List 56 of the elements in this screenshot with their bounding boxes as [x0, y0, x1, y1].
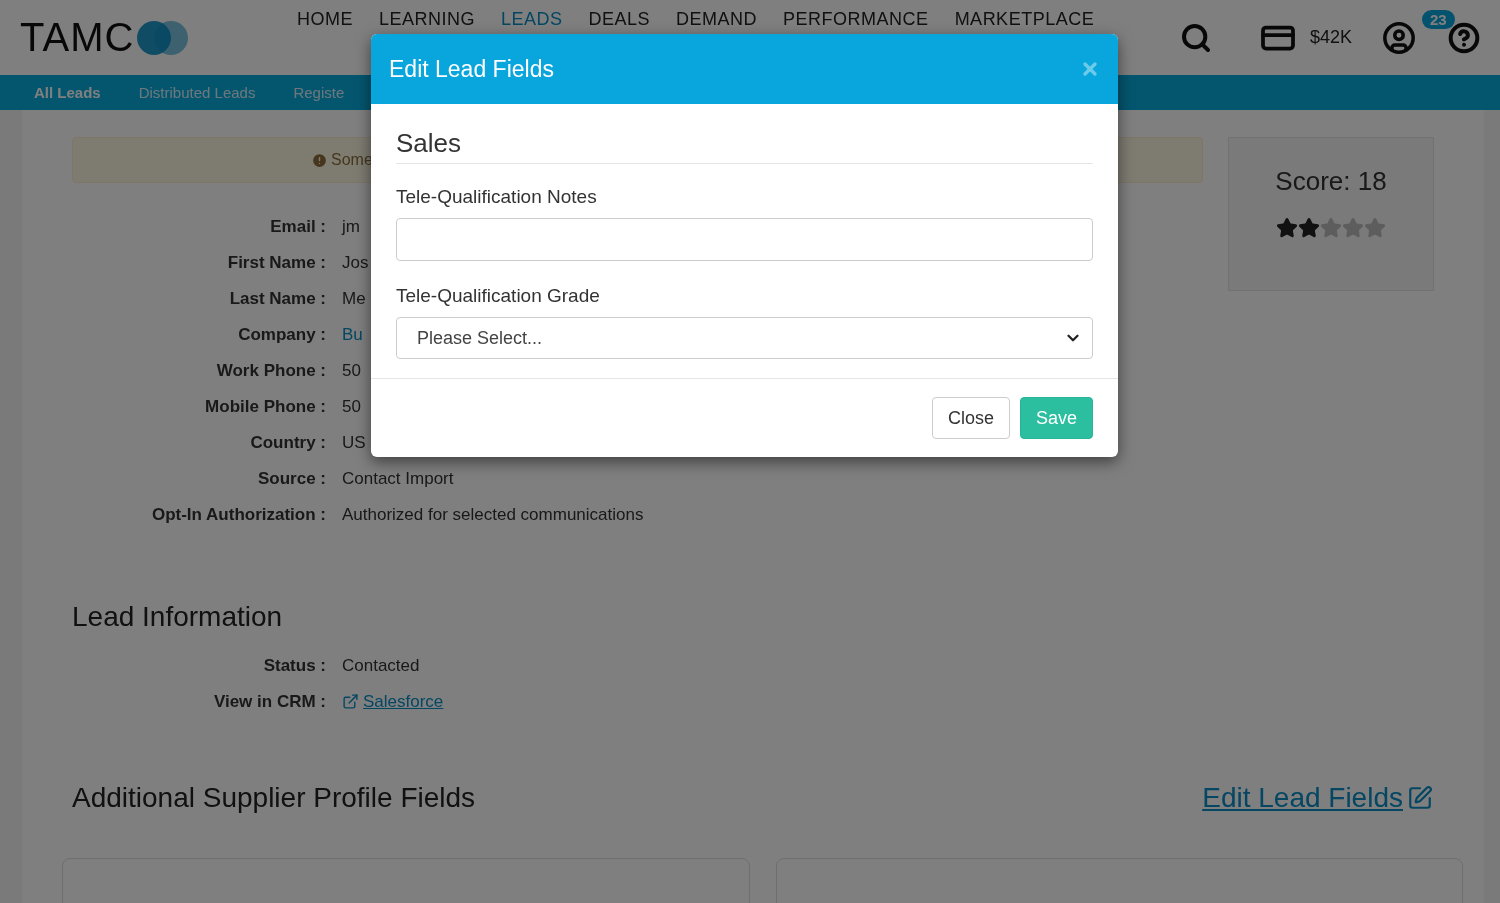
star-icon [1276, 217, 1298, 239]
field-label: Email : [269, 216, 326, 237]
edit-fields-link[interactable]: Edit Lead Fields [1202, 782, 1433, 814]
field-value: jm [342, 217, 360, 236]
user-icon[interactable] [1382, 20, 1416, 55]
star-icon [1364, 217, 1386, 239]
field-value: Contact Import [342, 469, 454, 488]
field-label: Status : [262, 655, 326, 676]
section-heading: Sales [396, 128, 1093, 164]
logo-text: TAMC [20, 15, 135, 60]
field-label: Last Name : [228, 288, 326, 309]
help-icon[interactable] [1448, 21, 1480, 54]
star-icon [1342, 217, 1364, 239]
crm-link[interactable]: Salesforce [342, 691, 444, 712]
score-text: Score: 18 [1275, 166, 1387, 197]
field-label: Opt-In Authorization : [150, 504, 326, 525]
nav-link[interactable]: LEARNING [379, 9, 476, 30]
nav-link[interactable]: HOME [297, 9, 353, 30]
nav-link[interactable]: DEALS [588, 9, 651, 30]
field-label: Company : [237, 324, 326, 345]
field-value: Contacted [342, 656, 420, 675]
field-label: Mobile Phone : [204, 396, 326, 417]
nav-link[interactable]: MARKETPLACE [954, 9, 1095, 30]
close-button[interactable]: Close [931, 397, 1010, 439]
field-value: Me [342, 289, 366, 308]
dialog-title: Edit Lead Fields [389, 55, 554, 83]
star-icon [1298, 217, 1320, 239]
section-title: Lead Information [72, 601, 284, 633]
field-value: Authorized for selected communications [342, 505, 644, 524]
notification-badge: 23 [1422, 10, 1455, 29]
field-value: US [342, 433, 366, 452]
field-value: Bu [342, 325, 363, 344]
field-label: View in CRM : [212, 691, 326, 713]
field-label: Tele-Qualification Notes [396, 186, 598, 208]
section-title: Additional Supplier Profile Fields [72, 782, 476, 814]
grade-select[interactable]: Please Select... [396, 317, 1093, 359]
notice-text: Some [331, 151, 373, 169]
field-label: Source : [256, 468, 326, 489]
field-label: Tele-Qualification Grade [396, 285, 601, 307]
field-label: Country : [249, 432, 326, 453]
field-label: Work Phone : [215, 360, 326, 381]
field-value: Jos [342, 253, 369, 272]
field-label: First Name : [226, 252, 326, 273]
edit-icon [1407, 785, 1433, 811]
field-value: 50 [342, 397, 361, 416]
credit-balance: $42K [1309, 27, 1352, 48]
field-value: 50 [342, 361, 361, 380]
star-icon [1320, 217, 1342, 239]
notes-input[interactable] [396, 218, 1093, 261]
nav-link[interactable]: LEADS [501, 9, 563, 30]
nav-link[interactable]: PERFORMANCE [783, 9, 929, 30]
search-icon[interactable] [1179, 21, 1212, 54]
external-link-icon [342, 693, 359, 710]
nav-link[interactable]: DEMAND [676, 9, 758, 30]
alert-icon [311, 151, 328, 169]
logo-circles-icon [136, 19, 191, 56]
